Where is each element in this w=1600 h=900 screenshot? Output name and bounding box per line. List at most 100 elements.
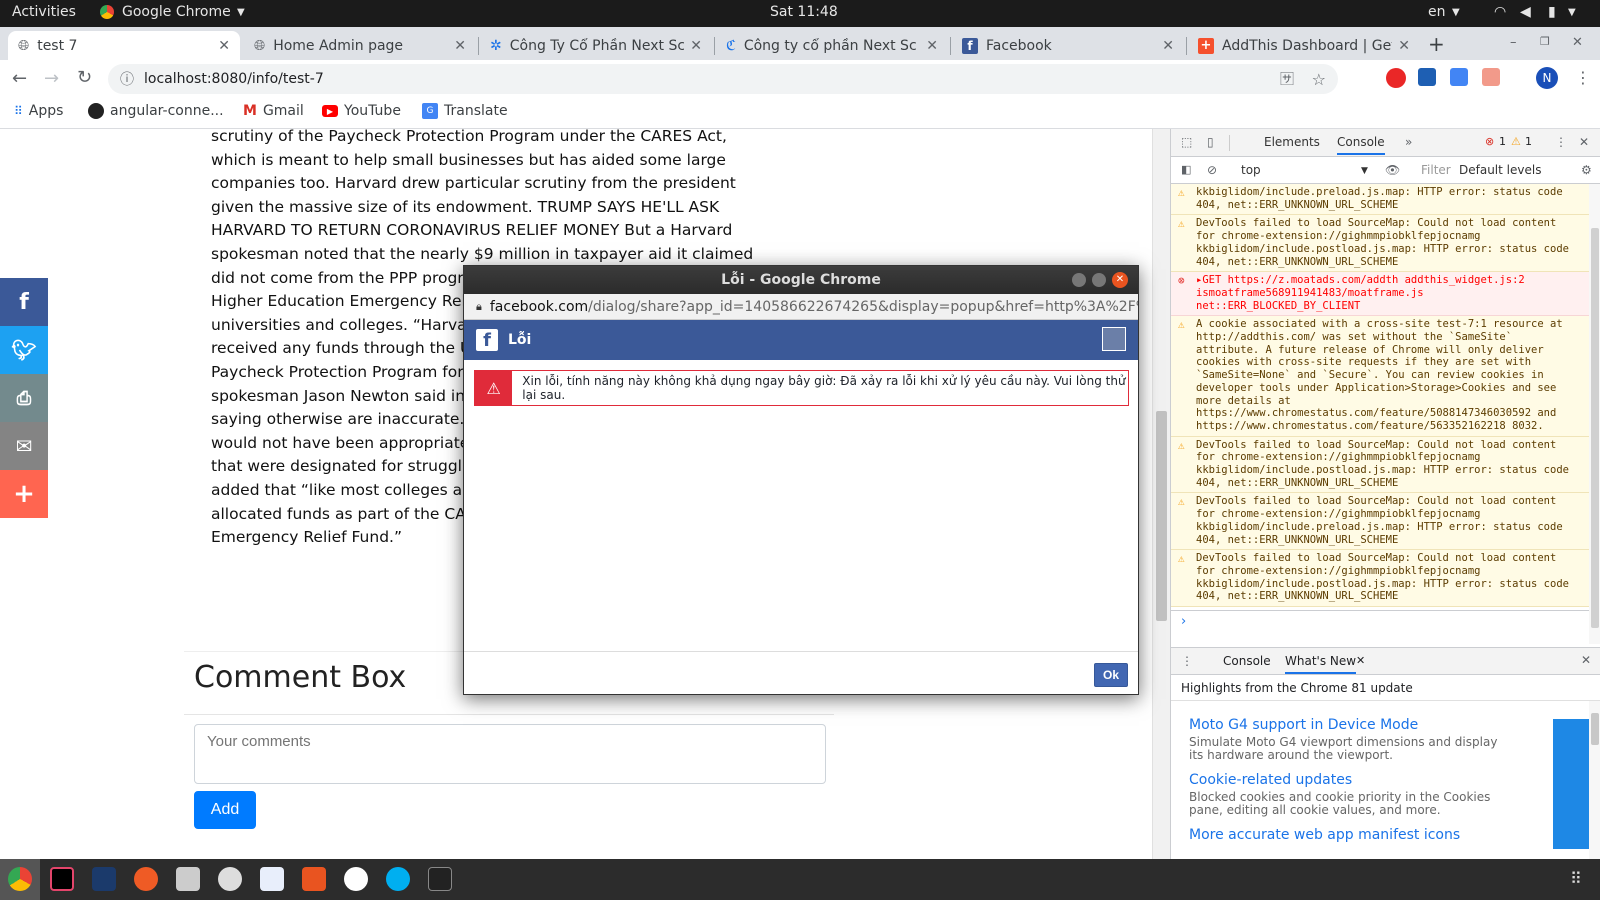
tab-cong-ty-2[interactable]: ℭ Công ty cổ phần Next Sc ✕ [716, 31, 948, 60]
extension-icon[interactable] [1482, 68, 1500, 86]
back-icon[interactable]: ← [12, 68, 27, 89]
close-icon[interactable]: ✕ [454, 38, 466, 54]
close-icon[interactable]: ✕ [1398, 38, 1410, 54]
settings-icon[interactable]: ⚙ [1581, 163, 1592, 177]
comment-input[interactable] [194, 724, 826, 784]
restore-icon[interactable]: ❐ [1540, 35, 1550, 48]
files-icon[interactable] [176, 867, 200, 891]
tab-addthis[interactable]: + AddThis Dashboard | Get ✕ [1188, 31, 1420, 60]
eye-icon[interactable]: 👁︎ [1385, 163, 1400, 177]
bookmark-angular[interactable]: angular-conne... [88, 103, 224, 119]
close-icon[interactable]: ✕ [1356, 654, 1365, 667]
show-apps-icon[interactable]: ⠿ [1570, 869, 1582, 888]
slack-icon[interactable] [344, 867, 368, 891]
tab-elements[interactable]: Elements [1264, 135, 1320, 149]
tab-console[interactable]: Console [1337, 135, 1385, 155]
skype-icon[interactable] [386, 867, 410, 891]
bookmark-youtube[interactable]: ▶ YouTube [322, 103, 401, 119]
close-icon[interactable]: ✕ [1581, 653, 1591, 667]
share-more-button[interactable]: + [0, 470, 48, 518]
levels-select[interactable]: Default levels [1459, 163, 1541, 177]
console-message-text: A cookie associated with a cross-site te… [1196, 318, 1563, 432]
console-prompt[interactable]: › [1171, 610, 1600, 638]
more-tabs-icon[interactable]: » [1405, 135, 1412, 149]
console-messages: ⚠ kkbiglidom/include.preload.js.map: HTTP… [1171, 184, 1589, 610]
drawer-scrollbar[interactable] [1589, 701, 1600, 859]
add-comment-button[interactable]: Add [194, 791, 256, 829]
adblock-icon[interactable] [1386, 68, 1406, 88]
bookmark-translate[interactable]: G Translate [422, 103, 508, 119]
close-icon[interactable]: ✕ [1579, 135, 1589, 149]
forward-icon[interactable]: → [44, 68, 59, 89]
drawer-tab-console[interactable]: Console [1223, 654, 1271, 668]
console-scrollbar[interactable] [1589, 184, 1600, 644]
more-options-icon[interactable]: ⋮ [1555, 135, 1567, 149]
context-select[interactable]: top [1241, 163, 1371, 177]
warning-count-icon[interactable]: ⚠ [1511, 135, 1521, 148]
translate-icon[interactable]: 🈂︎ [1280, 69, 1294, 89]
scrollbar-thumb[interactable] [1156, 411, 1167, 621]
document-icon[interactable] [260, 867, 284, 891]
tab-cong-ty-1[interactable]: ✲ Công Ty Cổ Phần Next Sc ✕ [480, 31, 712, 60]
language-indicator[interactable]: en [1428, 4, 1446, 20]
star-icon[interactable]: ☆ [1312, 70, 1326, 89]
scrollbar-thumb[interactable] [1591, 713, 1599, 745]
close-icon[interactable]: ✕ [926, 38, 938, 54]
maximize-icon[interactable] [1092, 273, 1106, 287]
app-menu[interactable]: Google Chrome [122, 4, 231, 20]
share-print-button[interactable]: ⎙ [0, 374, 48, 422]
avatar[interactable] [1102, 327, 1126, 351]
sidebar-toggle-icon[interactable]: ◧ [1181, 163, 1191, 176]
device-toolbar-icon[interactable]: ▯ [1207, 135, 1214, 149]
close-icon[interactable]: ✕ [1572, 35, 1583, 50]
menu-icon[interactable]: ⋮ [1575, 68, 1591, 87]
drawer-tab-whats-new[interactable]: What's New [1285, 654, 1357, 674]
new-tab-button[interactable]: + [1428, 32, 1445, 56]
console-message: ⚠ DevTools failed to load SourceMap: Coul… [1171, 550, 1589, 608]
ok-button[interactable]: Ok [1094, 663, 1128, 687]
bookmark-gmail[interactable]: M Gmail [243, 103, 304, 119]
scrollbar-thumb[interactable] [1591, 228, 1599, 628]
share-twitter-button[interactable]: 🐦︎ [0, 326, 48, 374]
filter-input[interactable]: Filter [1421, 163, 1451, 177]
close-icon[interactable]: ✕ [1112, 272, 1128, 288]
activities-button[interactable]: Activities [12, 4, 76, 20]
close-icon[interactable]: ✕ [1162, 38, 1174, 54]
close-icon[interactable]: ✕ [218, 38, 230, 54]
mysql-workbench-icon[interactable] [92, 867, 116, 891]
download-ext-icon[interactable] [1418, 68, 1436, 86]
error-count-icon[interactable]: ⊗ [1485, 135, 1494, 148]
news-title[interactable]: Cookie-related updates [1189, 772, 1499, 788]
inspect-icon[interactable]: ⬚ [1181, 135, 1192, 149]
minimize-icon[interactable] [1072, 273, 1086, 287]
share-facebook-button[interactable]: f [0, 278, 48, 326]
chrome-icon[interactable] [8, 867, 32, 891]
tab-test-7[interactable]: 🌐︎ test 7 ✕ [8, 31, 240, 60]
chevron-down-icon: ▼ [1452, 7, 1460, 18]
info-icon[interactable]: ⓘ [120, 69, 134, 89]
profile-avatar[interactable]: N [1536, 67, 1558, 89]
battery-icon[interactable]: ▮ [1548, 4, 1556, 20]
tab-facebook[interactable]: f Facebook ✕ [952, 31, 1184, 60]
app-icon[interactable] [218, 867, 242, 891]
reload-icon[interactable]: ↻ [77, 67, 92, 88]
translate-ext-icon[interactable] [1450, 68, 1468, 86]
clear-console-icon[interactable]: ⊘ [1207, 163, 1217, 177]
volume-icon[interactable]: ◀ [1520, 4, 1531, 20]
news-title[interactable]: Moto G4 support in Device Mode [1189, 717, 1499, 733]
page-scrollbar[interactable] [1152, 129, 1170, 859]
news-title[interactable]: More accurate web app manifest icons [1189, 827, 1499, 843]
share-email-button[interactable]: ✉ [0, 422, 48, 470]
postman-icon[interactable] [134, 867, 158, 891]
terminal-icon[interactable] [428, 867, 452, 891]
minimize-icon[interactable]: – [1510, 35, 1517, 50]
close-icon[interactable]: ✕ [690, 38, 702, 54]
clock[interactable]: Sat 11:48 [770, 4, 838, 20]
software-center-icon[interactable] [302, 867, 326, 891]
address-bar[interactable]: ⓘ localhost:8080/info/test-7 🈂︎ ☆ [108, 64, 1338, 94]
drawer-menu-icon[interactable]: ⋮ [1181, 654, 1193, 668]
tab-home-admin[interactable]: 🌐︎ Home Admin page ✕ [244, 31, 476, 60]
wifi-icon[interactable]: ◠ [1494, 4, 1506, 20]
intellij-icon[interactable] [50, 867, 74, 891]
bookmark-apps[interactable]: ⠿ Apps [14, 103, 63, 119]
